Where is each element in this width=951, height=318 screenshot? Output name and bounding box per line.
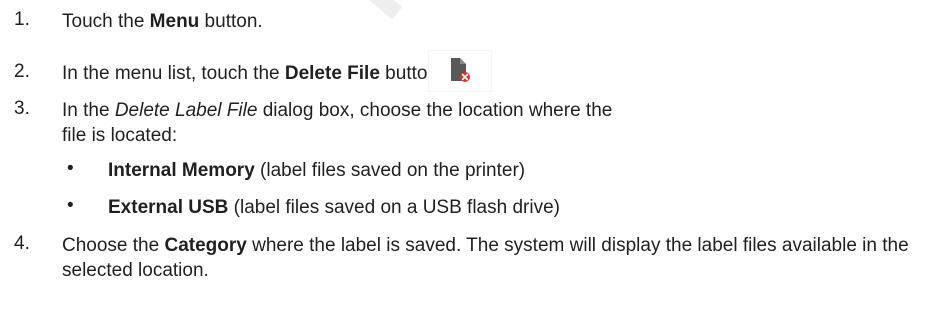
step-number: 3.: [14, 98, 30, 119]
step-text-bold: Category: [164, 235, 247, 256]
bullet-text-post: (label files saved on a USB flash drive): [228, 197, 560, 218]
step-text: Touch the Menu button.: [62, 9, 947, 34]
step-number: 4.: [14, 233, 30, 254]
bullet-marker: •: [67, 195, 74, 216]
step-text-post: button.: [199, 11, 263, 32]
step-text-bold: Delete File: [284, 63, 380, 84]
bullet-marker: •: [67, 158, 74, 179]
step-text: In the menu list, touch the Delete File …: [62, 61, 947, 86]
step-text-pre: Touch the: [62, 11, 150, 32]
delete-file-icon: [429, 51, 491, 91]
step-number: 1.: [14, 9, 30, 30]
bullet-text-post: (label files saved on the printer): [254, 160, 526, 181]
step-text-italic: Delete Label File: [114, 100, 258, 121]
step-text-pre: In the menu list, touch the: [62, 63, 285, 84]
bullet-text-bold: Internal Memory: [108, 160, 255, 181]
bullet-text: External USB (label files saved on a USB…: [108, 195, 560, 220]
step-text-bold: Menu: [149, 11, 200, 32]
bullet-text-bold: External USB: [108, 197, 229, 218]
step-text: In the Delete Label File dialog box, cho…: [62, 98, 622, 148]
step-text-pre: Choose the: [62, 235, 165, 256]
step-number: 2.: [14, 61, 30, 82]
step-text-pre: In the: [62, 100, 115, 121]
step-text: Choose the Category where the label is s…: [62, 233, 942, 283]
bullet-text: Internal Memory (label files saved on th…: [108, 158, 525, 183]
